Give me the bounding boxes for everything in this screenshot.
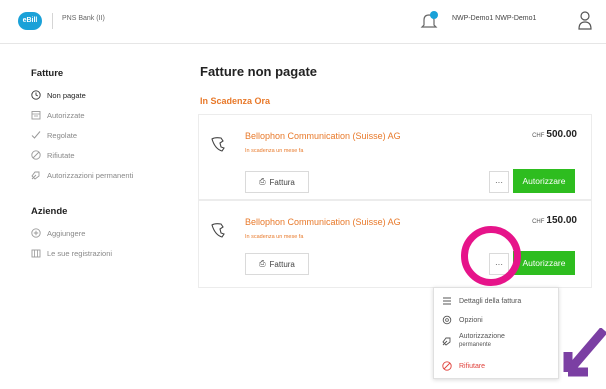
menu-item-rifiutare[interactable]: Rifiutare: [442, 361, 485, 371]
more-options-button[interactable]: ···: [489, 171, 509, 193]
invoice-currency: CHF: [532, 133, 545, 139]
sidebar-item-label: Rifiutate: [47, 150, 75, 160]
clock-icon: [31, 90, 41, 100]
invoice-card[interactable]: Bellophon Communication (Suisse) AG In s…: [198, 114, 592, 200]
fattura-button[interactable]: ⎙ Fattura: [245, 171, 309, 193]
menu-item-label: Dettagli della fattura: [459, 297, 522, 305]
invoice-card[interactable]: Bellophon Communication (Suisse) AG In s…: [198, 200, 592, 288]
menu-item-sublabel: permanente: [459, 342, 492, 348]
invoice-amount: CHF 150.00: [532, 215, 577, 226]
forbidden-icon: [31, 150, 41, 160]
sidebar-item-le-sue-registrazioni[interactable]: Le sue registrazioni: [31, 246, 112, 260]
invoice-currency: CHF: [532, 219, 545, 225]
sidebar-item-autorizzate[interactable]: Autorizzate: [31, 108, 85, 122]
invoice-company[interactable]: Bellophon Communication (Suisse) AG: [245, 131, 401, 141]
plus-circle-icon: [31, 228, 41, 238]
menu-item-dettagli[interactable]: Dettagli della fattura: [442, 296, 521, 306]
bank-name: PNS Bank (II): [62, 15, 105, 22]
phone-icon: [209, 135, 227, 153]
fattura-button-label: Fattura: [269, 259, 295, 269]
building-icon: [31, 248, 41, 258]
invoice-context-menu: Dettagli della fattura Opzioni Autorizza…: [433, 287, 559, 379]
authorize-button[interactable]: Autorizzare: [513, 169, 575, 193]
section-label-in-scadenza: In Scadenza Ora: [200, 96, 271, 106]
sidebar-item-non-pagate[interactable]: Non pagate: [31, 88, 86, 102]
print-icon: ⎙: [259, 177, 266, 186]
gear-icon: [442, 315, 452, 325]
sidebar-item-label: Non pagate: [47, 90, 86, 100]
sidebar-item-aggiungere[interactable]: Aggiungere: [31, 226, 85, 240]
top-bar: eBill PNS Bank (II) NWP-Demo1 NWP-Demo1: [0, 0, 606, 44]
highlight-circle: [461, 226, 521, 286]
check-icon: [31, 130, 41, 140]
sidebar: Fatture Non pagate Autorizzate Regolate …: [0, 44, 180, 389]
invoice-amount-value: 150.00: [546, 215, 577, 226]
fattura-button[interactable]: ⎙ Fattura: [245, 253, 309, 275]
sidebar-item-regolate[interactable]: Regolate: [31, 128, 77, 142]
tag-icon: [442, 336, 452, 346]
menu-item-autorizzazione-permanente[interactable]: Autorizzazione permanente: [442, 333, 505, 349]
phone-icon: [209, 221, 227, 239]
list-icon: [442, 296, 452, 306]
sidebar-item-label: Aggiungere: [47, 228, 86, 238]
sidebar-title-aziende: Aziende: [31, 206, 68, 217]
menu-item-label: Opzioni: [459, 316, 483, 324]
notification-bell-icon[interactable]: [418, 10, 440, 32]
invoice-due: In scadenza un mese fa: [245, 148, 304, 154]
invoice-company[interactable]: Bellophon Communication (Suisse) AG: [245, 217, 401, 227]
sidebar-item-label: Autorizzazioni permanenti: [47, 170, 134, 180]
header-divider: [52, 13, 53, 29]
invoice-amount-value: 500.00: [546, 129, 577, 140]
sidebar-item-autorizzazioni-permanenti[interactable]: Autorizzazioni permanenti: [31, 168, 133, 182]
invoice-due: In scadenza un mese fa: [245, 234, 304, 240]
menu-item-text: Autorizzazione permanente: [459, 333, 505, 349]
sidebar-title-fatture: Fatture: [31, 68, 64, 79]
sidebar-item-label: Regolate: [47, 130, 78, 140]
pointer-arrow-icon: [560, 327, 606, 389]
tag-icon: [31, 170, 41, 180]
sidebar-item-rifiutate[interactable]: Rifiutate: [31, 148, 75, 162]
user-avatar-icon[interactable]: [578, 10, 592, 30]
menu-item-label: Autorizzazione: [459, 333, 505, 340]
menu-item-label: Rifiutare: [459, 362, 486, 370]
page-title: Fatture non pagate: [200, 64, 318, 79]
sidebar-item-label: Le sue registrazioni: [47, 248, 113, 258]
print-icon: ⎙: [259, 259, 266, 268]
fattura-button-label: Fattura: [269, 177, 295, 187]
menu-item-opzioni[interactable]: Opzioni: [442, 315, 483, 325]
invoice-amount: CHF 500.00: [532, 129, 577, 140]
authorize-button[interactable]: Autorizzare: [513, 251, 575, 275]
forbidden-icon: [442, 361, 452, 371]
calendar-icon: [31, 110, 41, 120]
ebill-logo[interactable]: eBill: [18, 12, 42, 30]
sidebar-item-label: Autorizzate: [47, 110, 85, 120]
user-name[interactable]: NWP-Demo1 NWP-Demo1: [452, 15, 536, 22]
